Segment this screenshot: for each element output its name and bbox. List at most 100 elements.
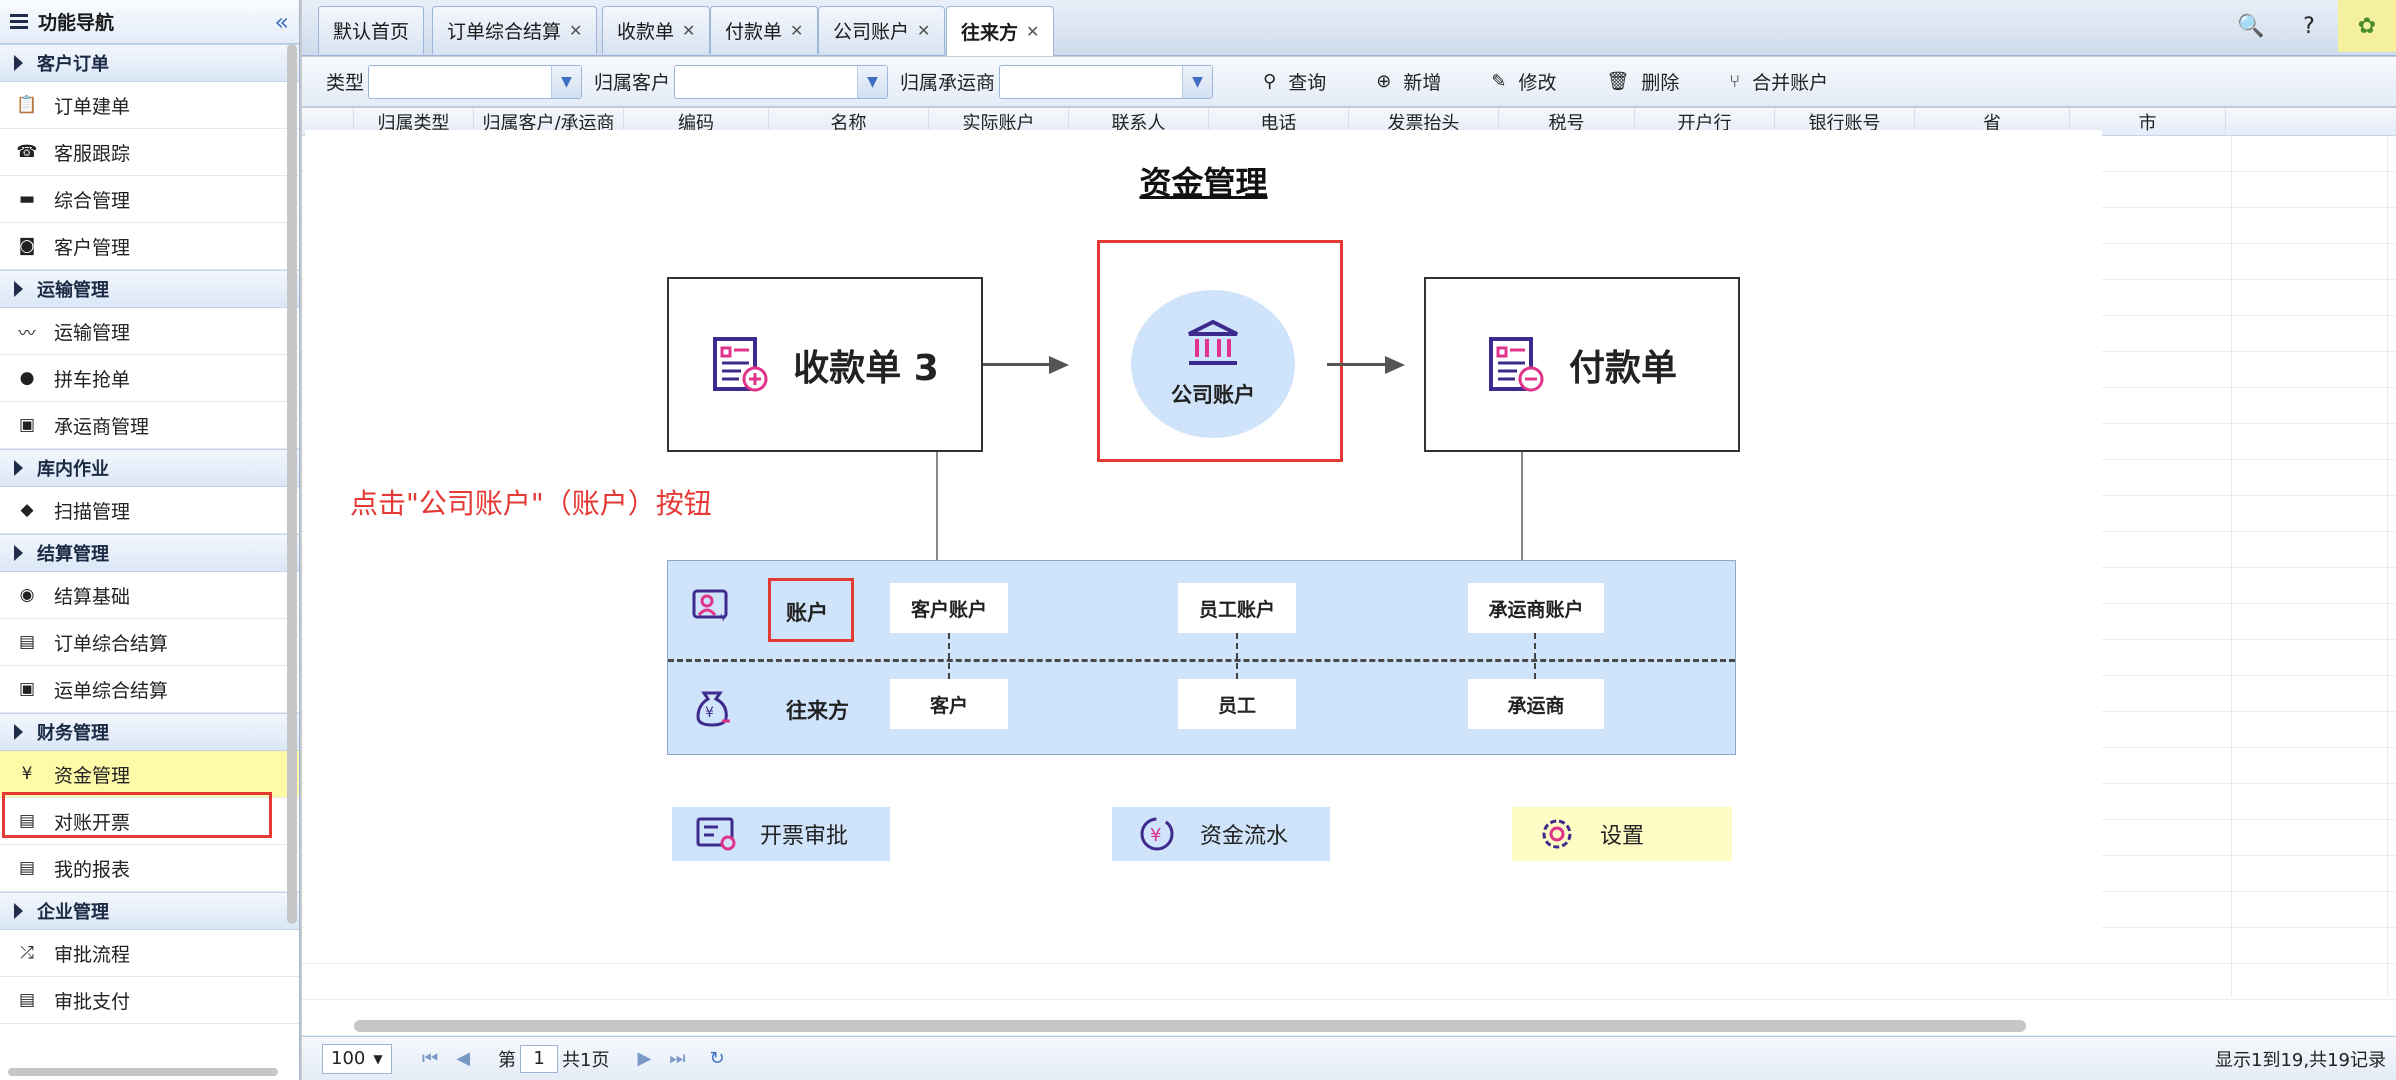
nav-item-general-management[interactable]: ▬ 综合管理 bbox=[0, 176, 299, 223]
nav-item-settlement-basics[interactable]: ◉ 结算基础 bbox=[0, 572, 299, 619]
payment-box[interactable]: 付款单 bbox=[1424, 277, 1740, 452]
clipboard-icon: 📋 bbox=[16, 95, 38, 115]
first-page-icon[interactable]: ⏮ bbox=[422, 1048, 438, 1069]
group-title[interactable]: 库内作业 bbox=[0, 449, 299, 487]
tab-company-account[interactable]: 公司账户 ✕ bbox=[818, 6, 946, 54]
next-page-icon[interactable]: ▶ bbox=[638, 1048, 652, 1069]
close-icon[interactable]: ✕ bbox=[790, 21, 803, 40]
sidebar-hscrollbar[interactable] bbox=[8, 1068, 278, 1076]
group-title[interactable]: 结算管理 bbox=[0, 534, 299, 572]
fund-flow-button[interactable]: ¥ 资金流水 bbox=[1112, 807, 1330, 861]
add-button[interactable]: ⊕ 新增 bbox=[1376, 68, 1441, 95]
tab-default-home[interactable]: 默认首页 bbox=[318, 6, 425, 54]
expand-triangle-icon bbox=[14, 55, 23, 71]
nav-item-my-reports[interactable]: ▤ 我的报表 bbox=[0, 845, 299, 892]
nav-item-order-settlement[interactable]: ▤ 订单综合结算 bbox=[0, 619, 299, 666]
headset-icon: ◙ bbox=[18, 236, 36, 256]
nav-item-waybill-settlement[interactable]: ▣ 运单综合结算 bbox=[0, 666, 299, 713]
nav-item-fund-management[interactable]: ¥ 资金管理 bbox=[0, 751, 299, 798]
nav-item-order-create[interactable]: 📋 订单建单 bbox=[0, 82, 299, 129]
company-account-label: 公司账户 bbox=[1171, 383, 1255, 407]
tab-receipt[interactable]: 收款单 ✕ bbox=[602, 6, 711, 54]
nav-item-customer-management[interactable]: ◙ 客户管理 bbox=[0, 223, 299, 270]
carrier-label: 归属承运商 bbox=[900, 72, 996, 94]
close-icon[interactable]: ✕ bbox=[1026, 22, 1039, 41]
grid-hscrollbar[interactable] bbox=[354, 1020, 2026, 1032]
settings-button[interactable]: 设置 bbox=[1512, 807, 1732, 861]
nav-item-carrier-management[interactable]: ▣ 承运商管理 bbox=[0, 402, 299, 449]
chip-connector bbox=[1534, 633, 1536, 679]
nav-header-title: 功能导航 bbox=[38, 12, 115, 34]
invoice-approval-button[interactable]: 开票审批 bbox=[672, 807, 890, 861]
group-title[interactable]: 财务管理 bbox=[0, 713, 299, 751]
yen-icon: ¥ bbox=[21, 764, 33, 784]
employee-account-chip[interactable]: 员工账户 bbox=[1178, 583, 1296, 633]
chip-connector bbox=[948, 633, 950, 679]
chevron-down-icon[interactable]: ▼ bbox=[857, 65, 888, 98]
type-select[interactable]: ▼ bbox=[368, 64, 583, 99]
group-warehouse: 库内作业 ◆ 扫描管理 bbox=[0, 449, 299, 534]
nav-item-approval-flow[interactable]: ⤮ 审批流程 bbox=[0, 930, 299, 977]
nav-item-approval-payment[interactable]: ▤ 审批支付 bbox=[0, 977, 299, 1024]
chip-connector bbox=[1236, 633, 1238, 679]
fund-management-diagram: 资金管理 收款单 3 公司账户 付款单 点击"公司账户"（账户）按钮 ¥ 账户 … bbox=[305, 130, 2102, 940]
instruction-text: 点击"公司账户"（账户）按钮 bbox=[350, 487, 712, 520]
close-icon[interactable]: ✕ bbox=[569, 21, 582, 40]
chevron-down-icon[interactable]: ▼ bbox=[551, 65, 582, 98]
toolbar: 类型 ▼ 归属客户 ▼ 归属承运商 ▼ ⚲ 查询 ⊕ 新增 ✎ 修改 🗑 删除 ⑂ 合并账… bbox=[302, 57, 2396, 107]
sidebar-nav: 功能导航 « 客户订单 📋 订单建单 ☎ 客服跟踪 ▬ 综合管理 ◙ 客户管理 运输管理… bbox=[0, 0, 300, 1080]
delete-button[interactable]: 🗑 删除 bbox=[1606, 68, 1679, 95]
edit-button[interactable]: ✎ 修改 bbox=[1491, 68, 1556, 95]
collapse-icon[interactable]: « bbox=[274, 8, 289, 36]
carrier-account-chip[interactable]: 承运商账户 bbox=[1468, 583, 1604, 633]
top-icons: 🔍 ? ✿ bbox=[2222, 0, 2396, 52]
prev-page-icon[interactable]: ◀ bbox=[456, 1048, 470, 1069]
tab-order-settlement[interactable]: 订单综合结算 ✕ bbox=[432, 6, 598, 54]
company-account-button[interactable]: 公司账户 bbox=[1131, 290, 1295, 438]
arrow-head-icon bbox=[1385, 356, 1405, 374]
customer-chip[interactable]: 客户 bbox=[890, 679, 1008, 729]
map-pin-icon: ● bbox=[19, 368, 35, 388]
group-title[interactable]: 客户订单 bbox=[0, 44, 299, 82]
customer-select[interactable]: ▼ bbox=[674, 64, 889, 99]
group-enterprise: 企业管理 ⤮ 审批流程 ▤ 审批支付 bbox=[0, 892, 299, 1024]
last-page-icon[interactable]: ⏭ bbox=[669, 1048, 685, 1069]
trash-icon: 🗑 bbox=[1606, 71, 1630, 92]
page-number-input[interactable]: 1 bbox=[520, 1044, 559, 1073]
gear-icon[interactable]: ✿ bbox=[2338, 0, 2396, 52]
tab-counterparty[interactable]: 往来方 ✕ bbox=[946, 6, 1055, 56]
receipt-box[interactable]: 收款单 3 bbox=[667, 277, 983, 452]
close-icon[interactable]: ✕ bbox=[682, 21, 695, 40]
nav-item-scan-management[interactable]: ◆ 扫描管理 bbox=[0, 487, 299, 534]
phone-icon: ☎ bbox=[16, 142, 38, 162]
search-icon[interactable]: 🔍 bbox=[2222, 0, 2280, 52]
chevron-down-icon[interactable]: ▼ bbox=[1182, 65, 1213, 98]
query-button[interactable]: ⚲ 查询 bbox=[1263, 68, 1326, 95]
account-panel: ¥ 账户 ¥ 往来方 客户账户 员工账户 承运商账户 客户 员工 承运商 bbox=[667, 560, 1736, 755]
close-icon[interactable]: ✕ bbox=[917, 21, 930, 40]
payment-label: 付款单 bbox=[1568, 347, 1677, 389]
nav-item-carpool[interactable]: ● 拼车抢单 bbox=[0, 355, 299, 402]
help-icon[interactable]: ? bbox=[2280, 0, 2338, 52]
eye-icon: ◉ bbox=[19, 585, 35, 605]
cube-icon: ◆ bbox=[20, 500, 34, 520]
refresh-icon[interactable]: ↻ bbox=[710, 1048, 725, 1069]
group-title[interactable]: 企业管理 bbox=[0, 892, 299, 930]
group-title[interactable]: 运输管理 bbox=[0, 270, 299, 308]
yen-cycle-icon: ¥ bbox=[1140, 817, 1174, 851]
invoice-card-icon bbox=[696, 817, 736, 851]
merge-account-button[interactable]: ⑂ 合并账户 bbox=[1729, 68, 1828, 95]
expand-triangle-icon bbox=[14, 903, 23, 919]
page-size-select[interactable]: 100 ▼ bbox=[322, 1043, 392, 1074]
employee-chip[interactable]: 员工 bbox=[1178, 679, 1296, 729]
nav-item-transport-management[interactable]: 〰运输管理 bbox=[0, 308, 299, 355]
arrow-head-icon bbox=[1049, 356, 1069, 374]
carrier-chip[interactable]: 承运商 bbox=[1468, 679, 1604, 729]
carrier-select[interactable]: ▼ bbox=[999, 64, 1214, 99]
sidebar-scrollbar[interactable] bbox=[287, 44, 297, 924]
nav-item-service-tracking[interactable]: ☎ 客服跟踪 bbox=[0, 129, 299, 176]
account-button[interactable]: 账户 bbox=[786, 597, 828, 627]
tab-payment[interactable]: 付款单 ✕ bbox=[710, 6, 819, 54]
customer-account-chip[interactable]: 客户账户 bbox=[890, 583, 1008, 633]
expand-triangle-icon bbox=[14, 281, 23, 297]
